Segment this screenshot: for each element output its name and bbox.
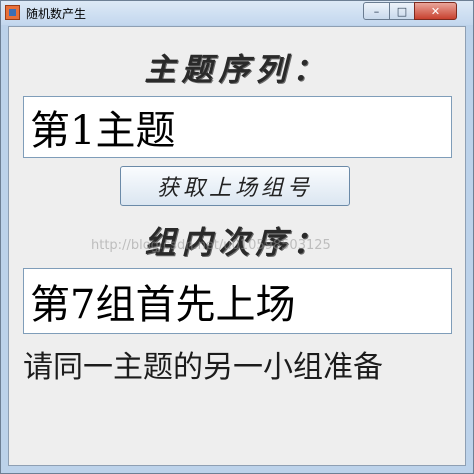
window-title: 随机数产生 <box>26 7 87 21</box>
minimize-button[interactable]: – <box>363 2 390 20</box>
order-field[interactable]: 第7组首先上场 <box>23 268 452 334</box>
topic-heading: 主题序列： <box>144 52 330 88</box>
maximize-icon: □ <box>396 4 408 18</box>
topic-value: 第1主题 <box>30 108 176 154</box>
watermark-text: http://blog.csdn.net/u010598503125 <box>91 238 331 253</box>
draw-group-button[interactable]: 获取上场组号 <box>120 166 350 206</box>
close-button[interactable]: ✕ <box>414 2 457 20</box>
topic-field[interactable]: 第1主题 <box>23 96 452 158</box>
title-bar[interactable]: 随机数产生 – □ ✕ <box>1 1 473 25</box>
minimize-icon: – <box>373 4 380 18</box>
content-panel: 主题序列： 第1主题 获取上场组号 组内次序： http://blog.csdn… <box>8 26 466 466</box>
status-message: 请同一主题的另一小组准备 <box>23 350 383 385</box>
app-window: 随机数产生 – □ ✕ 主题序列： 第1主题 获取上场组号 组内次序： http… <box>0 0 474 474</box>
app-icon <box>5 5 20 20</box>
close-icon: ✕ <box>430 4 441 18</box>
maximize-button[interactable]: □ <box>389 2 415 20</box>
order-value: 第7组首先上场 <box>30 282 296 328</box>
draw-group-button-label: 获取上场组号 <box>156 176 313 201</box>
